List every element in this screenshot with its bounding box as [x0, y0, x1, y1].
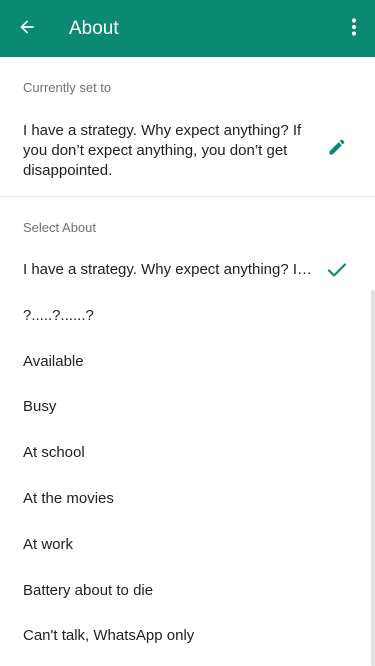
current-section-label: Currently set to [23, 80, 112, 95]
about-option-label: Can't talk, WhatsApp only [23, 627, 195, 645]
more-vert-icon [351, 17, 357, 41]
current-about-text[interactable]: I have a strategy. Why expect anything? … [23, 121, 318, 181]
edit-about-button[interactable] [324, 136, 350, 162]
select-section-label: Select About [23, 220, 96, 235]
about-option-label: At school [23, 444, 85, 462]
about-options-list: I have a strategy. Why expect anything? … [0, 247, 375, 659]
scrollbar[interactable] [371, 290, 375, 666]
about-option[interactable]: Available [0, 339, 375, 385]
back-button[interactable] [12, 14, 42, 44]
about-option[interactable]: ?.....?......? [0, 293, 375, 339]
about-option[interactable]: I have a strategy. Why expect anything? … [0, 247, 375, 293]
about-option-label: Busy [23, 398, 57, 416]
about-option[interactable]: At school [0, 430, 375, 476]
about-option-label: Battery about to die [23, 581, 154, 599]
check-icon [326, 260, 348, 280]
page-title: About [69, 18, 119, 39]
about-option-label: ?.....?......? [23, 306, 94, 324]
about-option-label: I have a strategy. Why expect anything? … [23, 261, 315, 278]
about-option-label: Available [23, 352, 84, 370]
about-option[interactable]: At the movies [0, 476, 375, 522]
section-divider [0, 196, 375, 197]
more-options-button[interactable] [342, 15, 366, 43]
about-option[interactable]: Can't talk, WhatsApp only [0, 613, 375, 659]
pencil-icon [327, 137, 347, 162]
about-option[interactable]: At work [0, 522, 375, 568]
about-option[interactable]: Battery about to die [0, 568, 375, 614]
about-option[interactable]: Busy [0, 384, 375, 430]
app-bar: About [0, 0, 375, 57]
arrow-back-icon [17, 17, 37, 42]
about-option-label: At work [23, 535, 74, 553]
about-option-label: At the movies [23, 489, 114, 507]
